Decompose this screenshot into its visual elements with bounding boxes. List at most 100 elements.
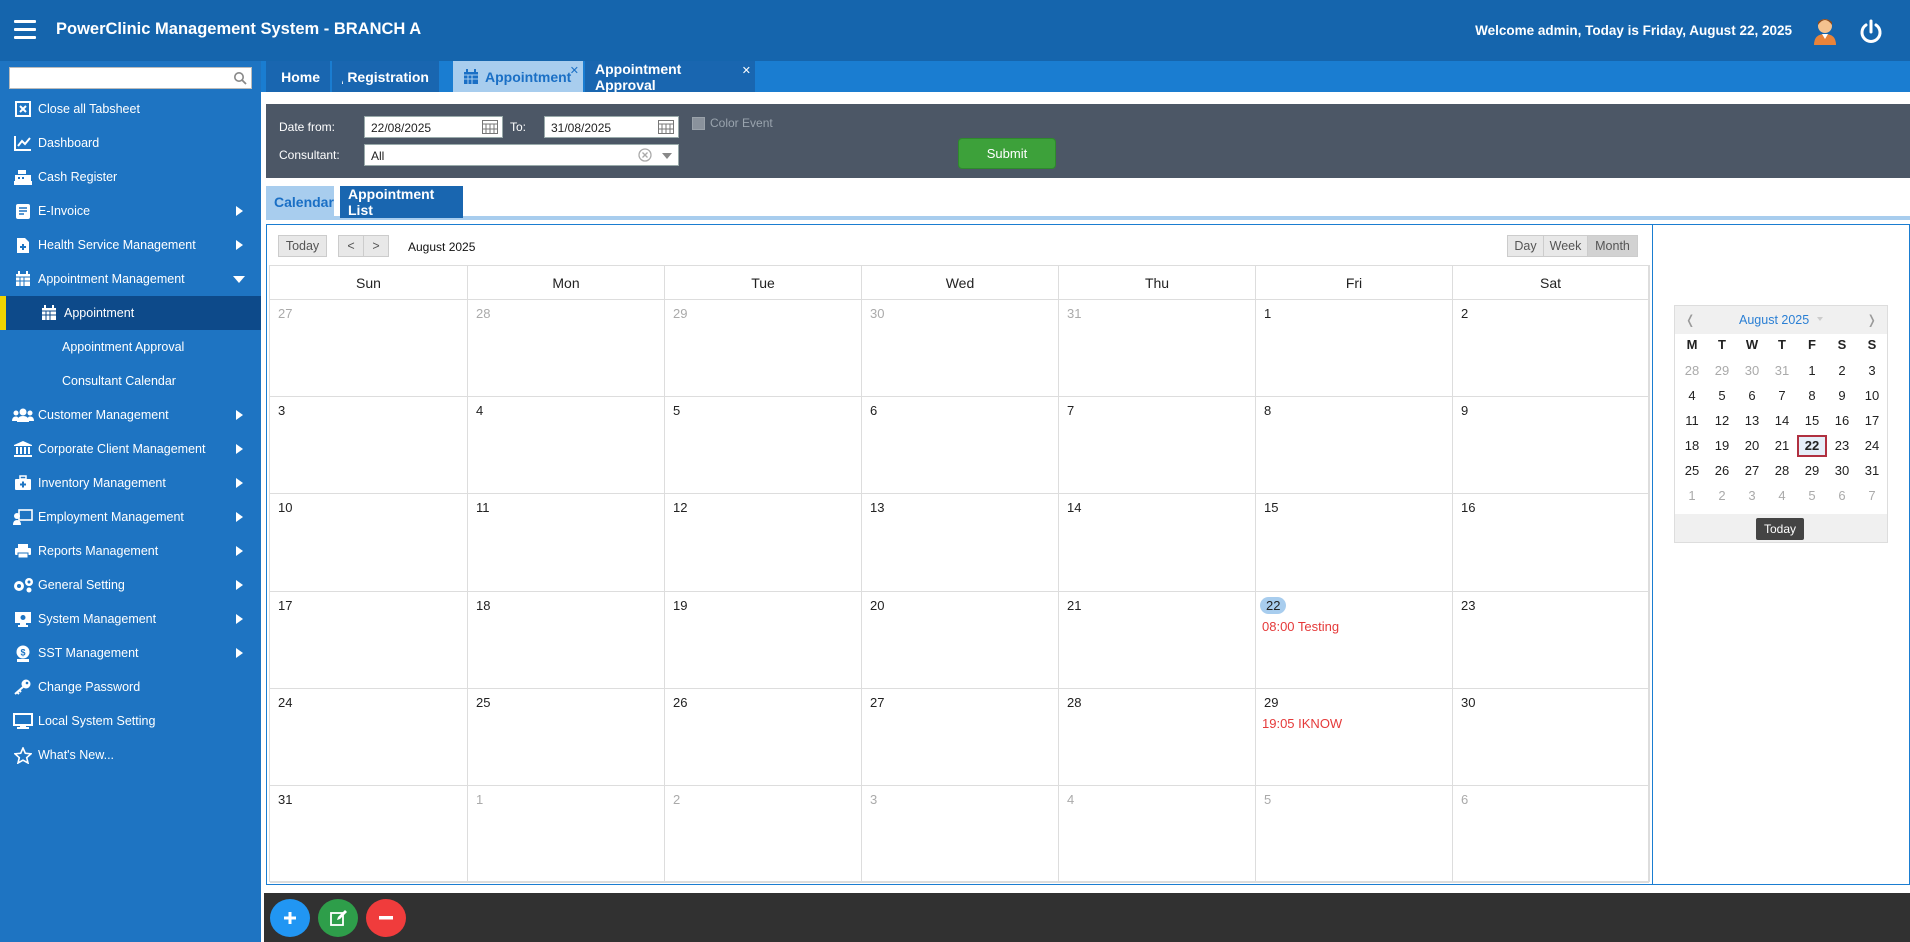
calendar-day-cell[interactable]: 21 (1059, 591, 1256, 689)
calendar-day-cell[interactable]: 15 (1256, 494, 1453, 592)
sidebar-item-consultant-calendar[interactable]: Consultant Calendar (0, 364, 261, 398)
consultant-select[interactable]: All (364, 144, 679, 166)
mini-day[interactable]: 21 (1767, 435, 1797, 457)
calendar-day-cell[interactable]: 9 (1453, 397, 1649, 495)
sidebar-item-close-all-tabsheet[interactable]: Close all Tabsheet (0, 92, 261, 126)
mini-day[interactable]: 29 (1797, 460, 1827, 482)
calendar-day-cell[interactable]: 28 (1059, 688, 1256, 786)
mini-day[interactable]: 30 (1737, 360, 1767, 382)
calendar-day-cell[interactable]: 11 (468, 494, 665, 592)
mini-day[interactable]: 15 (1797, 410, 1827, 432)
mini-day[interactable]: 22 (1797, 435, 1827, 457)
calendar-day-cell[interactable]: 30 (862, 300, 1059, 398)
calendar-day-cell[interactable]: 18 (468, 591, 665, 689)
prev-month-button[interactable]: < (338, 235, 364, 257)
mini-day[interactable]: 31 (1857, 460, 1887, 482)
mini-day[interactable]: 28 (1767, 460, 1797, 482)
tab-appointment-list[interactable]: Appointment List (340, 186, 463, 218)
mini-day[interactable]: 5 (1707, 385, 1737, 407)
calendar-day-cell[interactable]: 13 (862, 494, 1059, 592)
calendar-day-cell[interactable]: 30 (1453, 688, 1649, 786)
mini-day[interactable]: 10 (1857, 385, 1887, 407)
submit-button[interactable]: Submit (958, 138, 1056, 169)
mini-day[interactable]: 25 (1677, 460, 1707, 482)
sidebar-item-employment-management[interactable]: Employment Management (0, 500, 261, 534)
mini-day[interactable]: 2 (1707, 485, 1737, 507)
tab-home[interactable]: Home (266, 61, 330, 92)
mini-day[interactable]: 18 (1677, 435, 1707, 457)
calendar-grid-icon[interactable] (482, 120, 498, 134)
calendar-day-cell[interactable]: 17 (270, 591, 468, 689)
sidebar-item-cash-register[interactable]: Cash Register (0, 160, 261, 194)
search-icon[interactable] (233, 71, 247, 85)
calendar-day-cell[interactable]: 7 (1059, 397, 1256, 495)
power-icon[interactable] (1858, 19, 1884, 45)
calendar-day-cell[interactable]: 26 (665, 688, 862, 786)
calendar-day-cell[interactable]: 23 (1453, 591, 1649, 689)
calendar-day-cell[interactable]: 25 (468, 688, 665, 786)
calendar-day-cell[interactable]: 19 (665, 591, 862, 689)
calendar-day-cell[interactable]: 6 (862, 397, 1059, 495)
sidebar-item-change-password[interactable]: Change Password (0, 670, 261, 704)
calendar-day-cell[interactable]: 4 (468, 397, 665, 495)
calendar-day-cell[interactable]: 27 (270, 300, 468, 398)
calendar-day-cell[interactable]: 1 (468, 786, 665, 884)
calendar-day-cell[interactable]: 2 (1453, 300, 1649, 398)
calendar-day-cell[interactable]: 2 (665, 786, 862, 884)
close-tab-icon[interactable]: ✕ (570, 64, 579, 77)
calendar-day-cell[interactable]: 12 (665, 494, 862, 592)
calendar-day-cell[interactable]: 20 (862, 591, 1059, 689)
hamburger-menu-icon[interactable] (14, 20, 36, 40)
sidebar-item-appointment-approval[interactable]: Appointment Approval (0, 330, 261, 364)
mini-day[interactable]: 29 (1707, 360, 1737, 382)
calendar-event[interactable]: 19:05 IKNOW (1262, 716, 1342, 731)
calendar-day-cell[interactable]: 3 (862, 786, 1059, 884)
sidebar-search-input[interactable] (9, 67, 252, 89)
tab-appointment-approval[interactable]: Appointment Approval ✕ (585, 61, 755, 93)
calendar-day-cell[interactable]: 8 (1256, 397, 1453, 495)
mini-day[interactable]: 3 (1737, 485, 1767, 507)
sidebar-item-appointment-management[interactable]: Appointment Management (0, 262, 261, 296)
sidebar-item-e-invoice[interactable]: E-Invoice (0, 194, 261, 228)
calendar-event[interactable]: 08:00 Testing (1262, 619, 1339, 634)
close-tab-icon[interactable]: ✕ (742, 64, 751, 77)
calendar-day-cell[interactable]: 6 (1453, 786, 1649, 884)
tab-registration[interactable]: Registration (332, 61, 439, 92)
tab-appointment[interactable]: Appointment ✕ (453, 61, 583, 92)
mini-day[interactable]: 1 (1677, 485, 1707, 507)
edit-button[interactable] (318, 899, 358, 937)
color-event-checkbox[interactable] (692, 117, 705, 130)
mini-day[interactable]: 31 (1767, 360, 1797, 382)
sidebar-item-system-management[interactable]: System Management (0, 602, 261, 636)
clear-icon[interactable] (638, 148, 652, 162)
mini-day[interactable]: 23 (1827, 435, 1857, 457)
calendar-day-cell[interactable]: 31 (270, 786, 468, 884)
calendar-grid-icon[interactable] (658, 120, 674, 134)
today-button[interactable]: Today (278, 235, 327, 257)
mini-day[interactable]: 4 (1767, 485, 1797, 507)
date-from-input[interactable]: 22/08/2025 (364, 116, 503, 138)
month-view-button[interactable]: Month (1587, 235, 1638, 257)
mini-day[interactable]: 16 (1827, 410, 1857, 432)
calendar-day-cell[interactable]: 5 (1256, 786, 1453, 884)
mini-day[interactable]: 13 (1737, 410, 1767, 432)
mini-calendar-title[interactable]: August 2025 (1739, 313, 1809, 327)
mini-day[interactable]: 20 (1737, 435, 1767, 457)
mini-day[interactable]: 7 (1857, 485, 1887, 507)
sidebar-item-appointment[interactable]: Appointment (0, 296, 261, 330)
calendar-day-cell[interactable]: 1 (1256, 300, 1453, 398)
sidebar-item-general-setting[interactable]: General Setting (0, 568, 261, 602)
sidebar-item-sst-management[interactable]: $ SST Management (0, 636, 261, 670)
mini-today-button[interactable]: Today (1756, 518, 1804, 540)
week-view-button[interactable]: Week (1543, 235, 1588, 257)
mini-day[interactable]: 12 (1707, 410, 1737, 432)
calendar-day-cell[interactable]: 31 (1059, 300, 1256, 398)
next-month-button[interactable]: > (363, 235, 389, 257)
user-avatar-icon[interactable] (1812, 17, 1838, 45)
sidebar-item-local-system-setting[interactable]: Local System Setting (0, 704, 261, 738)
add-button[interactable] (270, 899, 310, 937)
mini-day[interactable]: 14 (1767, 410, 1797, 432)
calendar-day-cell[interactable]: 28 (468, 300, 665, 398)
day-view-button[interactable]: Day (1507, 235, 1544, 257)
calendar-day-cell[interactable]: 29 19:05 IKNOW (1256, 688, 1453, 786)
